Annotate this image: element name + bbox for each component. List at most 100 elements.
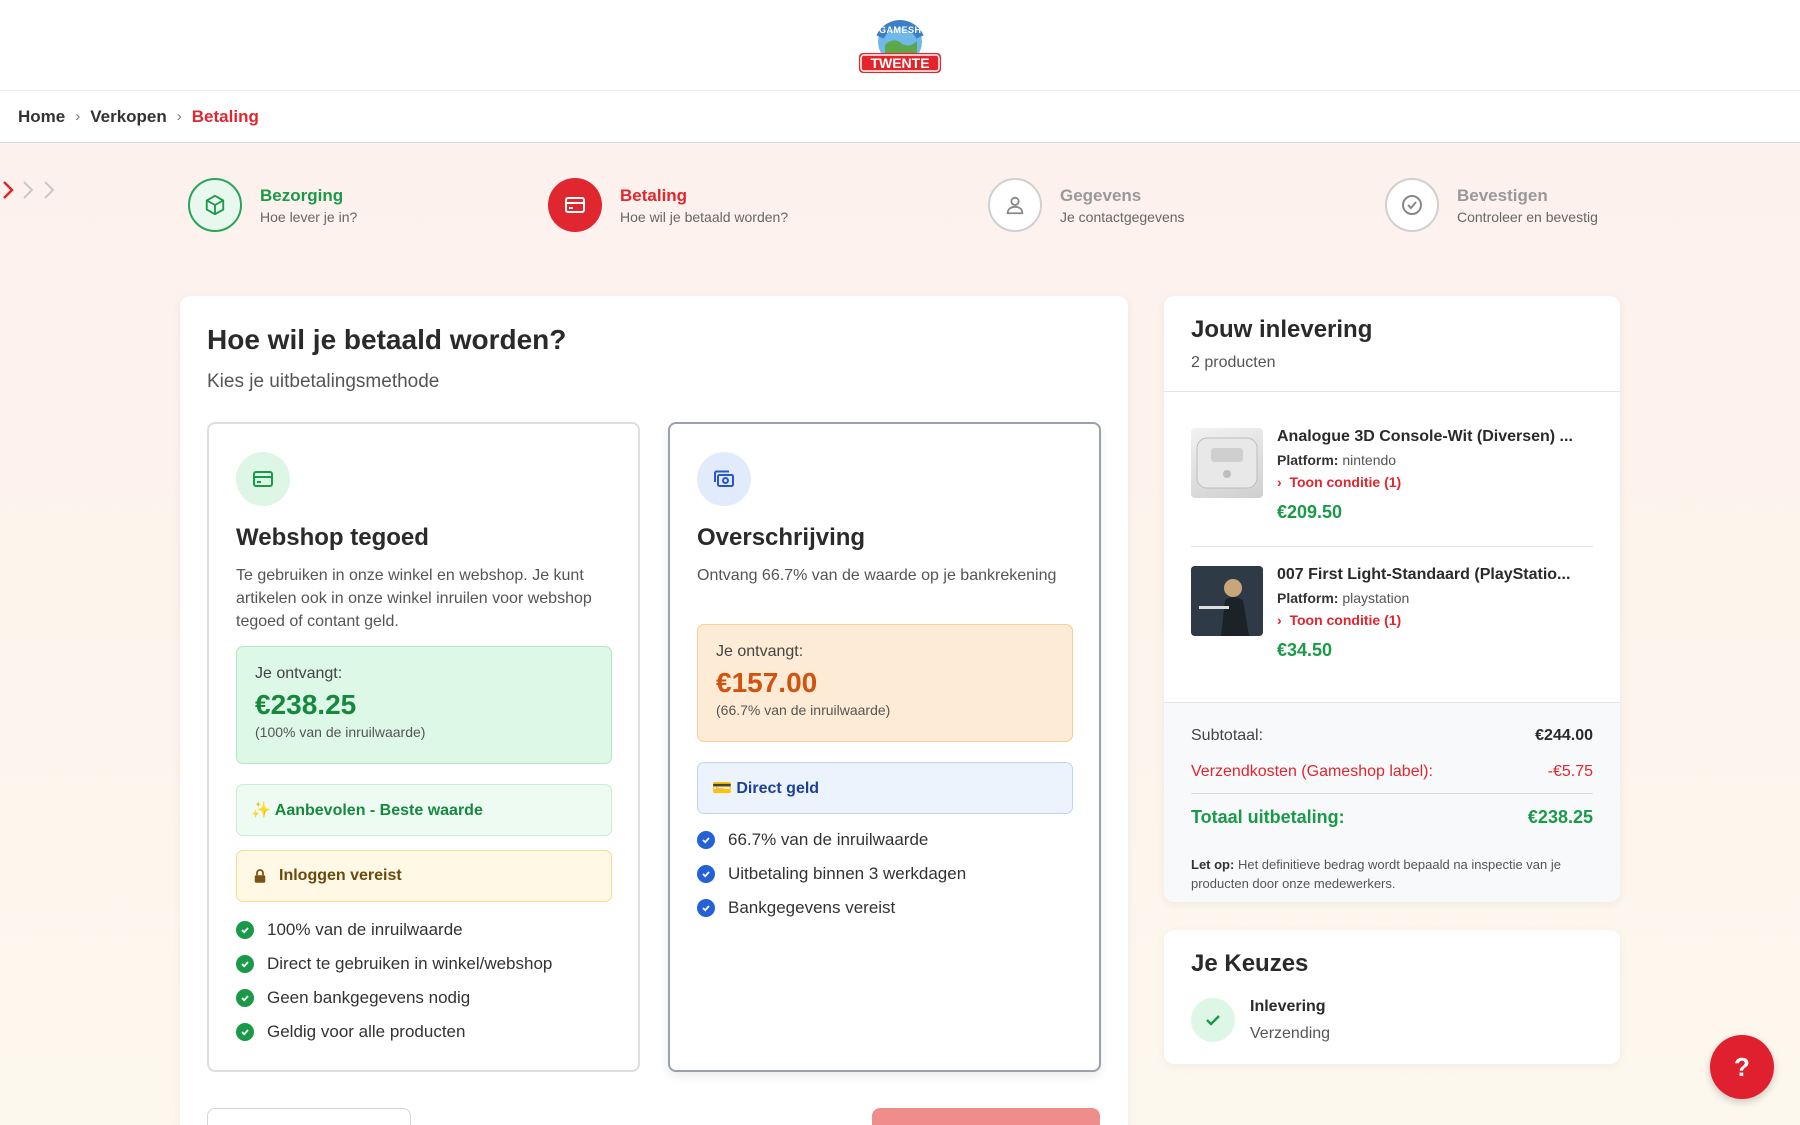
product-price: €209.50 <box>1277 502 1343 522</box>
option-description: Ontvang 66.7% van de waarde op je bankre… <box>697 567 1057 584</box>
product-platform: Platform: playstation <box>1277 590 1409 606</box>
chevron-right-icon <box>3 181 14 199</box>
product-name: Analogue 3D Console-Wit (Diversen) ... <box>1277 428 1573 445</box>
breadcrumb-verkopen[interactable]: Verkopen <box>90 107 167 127</box>
receive-note: (66.7% van de inruilwaarde) <box>716 702 891 718</box>
check-icon <box>236 1023 254 1041</box>
recommended-badge: ✨ Aanbevolen - Beste waarde <box>236 784 612 836</box>
note-label: Let op: <box>1191 857 1235 872</box>
summary-count: 2 producten <box>1191 354 1276 371</box>
logo-top-text: GAMESHOP <box>879 25 936 35</box>
top-bar: GAMESHOP TWENTE <box>0 0 1800 91</box>
step-betaling[interactable]: Betaling Hoe wil je betaald worden? <box>548 178 788 232</box>
step-subtitle: Controleer en bevestig <box>1457 208 1598 225</box>
divider <box>1191 793 1593 794</box>
payment-method-card: Hoe wil je betaald worden? Kies je uitbe… <box>180 296 1128 1125</box>
breadcrumb-separator-icon: › <box>176 108 182 125</box>
choice-item-value: Verzending <box>1250 1025 1331 1042</box>
logo-bottom-text: TWENTE <box>870 55 930 71</box>
breadcrumb: Home › Verkopen › Betaling <box>0 91 1800 143</box>
breadcrumb-betaling: Betaling <box>191 106 259 126</box>
check-icon <box>1191 998 1235 1042</box>
receive-box: Je ontvangt: €238.25 (100% van de inruil… <box>236 646 612 764</box>
feature-item: Bankgegevens vereist <box>697 898 895 918</box>
receive-box: Je ontvangt: €157.00 (66.7% van de inrui… <box>697 624 1073 742</box>
option-overschrijving[interactable]: Overschrijving Ontvang 66.7% van de waar… <box>668 422 1101 1072</box>
option-description: Te gebruiken in onze winkel en webshop. … <box>236 567 592 630</box>
check-icon <box>697 899 715 917</box>
chevron-right-icon <box>44 181 55 199</box>
step-title: Gegevens <box>1060 185 1142 205</box>
money-icon <box>697 452 751 506</box>
feature-text: Direct te gebruiken in winkel/webshop <box>267 954 553 973</box>
check-icon <box>236 955 254 973</box>
choices-title: Je Keuzes <box>1191 950 1309 977</box>
option-title: Overschrijving <box>697 524 866 551</box>
subtotal-label: Subtotaal: <box>1191 727 1264 744</box>
disclaimer-note: Let op: Het definitieve bedrag wordt bep… <box>1191 855 1593 893</box>
receive-label: Je ontvangt: <box>255 665 343 682</box>
feature-item: Geen bankgegevens nodig <box>236 988 470 1008</box>
choices-card: Je Keuzes Inlevering Verzending <box>1164 930 1620 1064</box>
credit-card-icon <box>236 452 290 506</box>
total-value: €238.25 <box>1527 807 1593 827</box>
summary-totals: Subtotaal: €244.00 Verzendkosten (Gamesh… <box>1164 702 1620 902</box>
feature-item: 100% van de inruilwaarde <box>236 920 463 940</box>
step-title: Betaling <box>620 185 688 205</box>
help-button[interactable]: ? <box>1710 1035 1774 1099</box>
receive-amount: €157.00 <box>716 667 818 698</box>
platform-label: Platform: <box>1277 452 1339 468</box>
chevron-right-icon: › <box>1277 474 1290 490</box>
total-row: Totaal uitbetaling: €238.25 <box>1191 807 1593 828</box>
shipping-row: Verzendkosten (Gameshop label): -€5.75 <box>1191 763 1593 781</box>
checkout-stepper: Bezorging Hoe lever je in? Betaling Hoe … <box>0 178 1800 234</box>
subtotal-row: Subtotaal: €244.00 <box>1191 727 1593 745</box>
summary-title: Jouw inlevering <box>1191 316 1373 343</box>
divider <box>1191 546 1593 547</box>
submission-summary-card: Jouw inlevering 2 producten Analogue 3D … <box>1164 296 1620 902</box>
feature-item: Direct te gebruiken in winkel/webshop <box>236 954 552 974</box>
product-platform: Platform: nintendo <box>1277 452 1396 468</box>
check-icon <box>697 831 715 849</box>
feature-text: Bankgegevens vereist <box>728 898 896 917</box>
breadcrumb-separator-icon: › <box>75 108 81 125</box>
condition-text: Toon conditie (1) <box>1289 474 1402 490</box>
platform-value: nintendo <box>1342 452 1397 468</box>
note-text: Het definitieve bedrag wordt bepaald na … <box>1191 857 1561 891</box>
platform-value: playstation <box>1342 590 1410 606</box>
login-required-badge: Inloggen vereist <box>236 850 612 902</box>
step-gegevens[interactable]: Gegevens Je contactgegevens <box>988 178 1185 232</box>
step-subtitle: Hoe wil je betaald worden? <box>620 208 789 225</box>
card-icon <box>548 178 602 232</box>
product-name: 007 First Light-Standaard (PlayStatio... <box>1277 566 1571 583</box>
chevron-right-icon <box>23 181 34 199</box>
check-icon <box>236 921 254 939</box>
product-thumbnail <box>1191 566 1263 636</box>
summary-header: Jouw inlevering 2 producten <box>1164 296 1620 392</box>
total-label: Totaal uitbetaling: <box>1191 807 1345 827</box>
user-icon <box>988 178 1042 232</box>
shipping-label: Verzendkosten (Gameshop label): <box>1191 763 1433 780</box>
feature-text: 100% van de inruilwaarde <box>267 920 463 939</box>
step-bevestigen[interactable]: Bevestigen Controleer en bevestig <box>1385 178 1598 232</box>
show-condition-link[interactable]: › Toon conditie (1) <box>1277 474 1401 490</box>
back-button[interactable] <box>207 1108 411 1125</box>
feature-text: Geldig voor alle producten <box>267 1022 466 1041</box>
platform-label: Platform: <box>1277 590 1339 606</box>
gameshop-twente-logo[interactable]: GAMESHOP TWENTE <box>855 15 945 75</box>
option-webshop-tegoed[interactable]: Webshop tegoed Te gebruiken in onze wink… <box>207 422 640 1072</box>
lock-icon <box>254 869 266 883</box>
page-title: Hoe wil je betaald worden? <box>207 324 567 355</box>
show-condition-link[interactable]: › Toon conditie (1) <box>1277 612 1401 628</box>
step-bezorging[interactable]: Bezorging Hoe lever je in? <box>188 178 357 232</box>
breadcrumb-home[interactable]: Home <box>18 107 65 127</box>
feature-item: Geldig voor alle producten <box>236 1022 465 1042</box>
receive-note: (100% van de inruilwaarde) <box>255 724 426 740</box>
receive-amount: €238.25 <box>255 689 357 720</box>
feature-text: 66.7% van de inruilwaarde <box>728 830 929 849</box>
chevron-right-icon: › <box>1277 612 1290 628</box>
choice-item-title: Inlevering <box>1250 998 1326 1015</box>
next-button[interactable] <box>872 1108 1100 1125</box>
login-required-text: Inloggen vereist <box>279 867 402 884</box>
feature-text: Uitbetaling binnen 3 werkdagen <box>728 864 967 883</box>
